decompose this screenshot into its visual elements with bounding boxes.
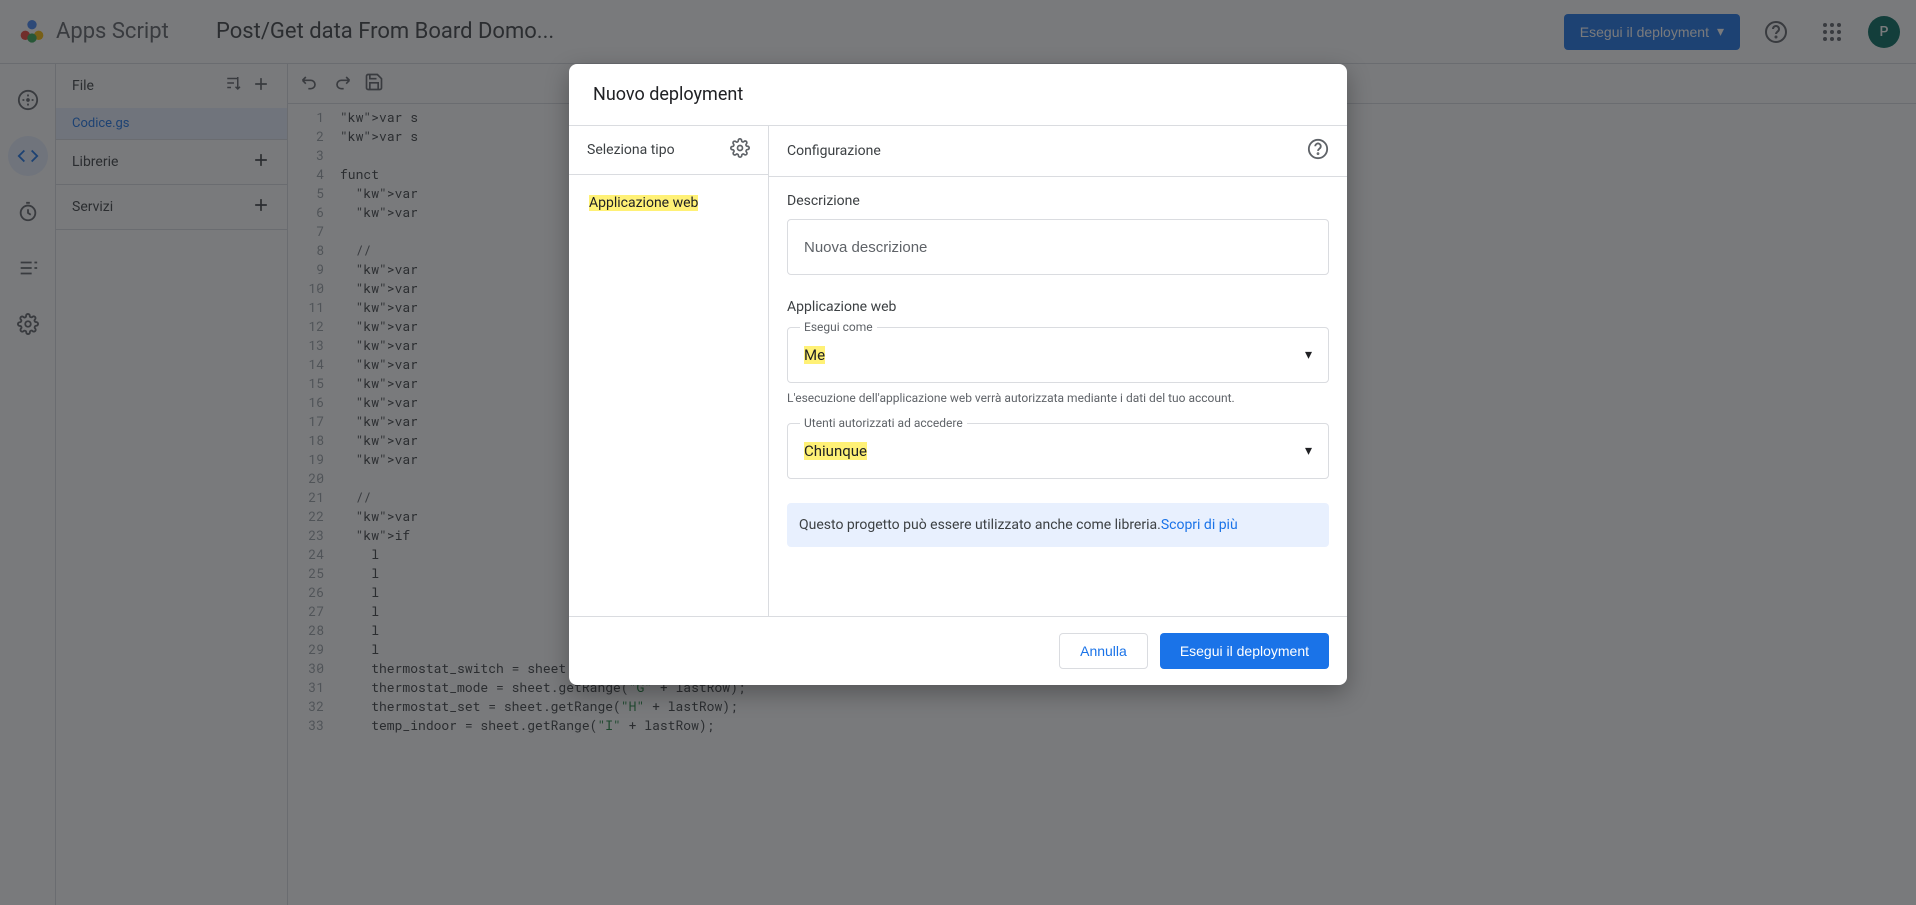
info-text: Questo progetto può essere utilizzato an…: [799, 517, 1161, 533]
access-float-label: Utenti autorizzati ad accedere: [800, 416, 967, 430]
access-select[interactable]: Utenti autorizzati ad accedere Chiunque …: [787, 423, 1329, 479]
dialog-title: Nuovo deployment: [569, 64, 1347, 125]
chevron-down-icon: ▾: [1305, 347, 1312, 363]
execute-as-helper: L'esecuzione dell'applicazione web verrà…: [787, 391, 1329, 405]
execute-as-select[interactable]: Esegui come Me ▾: [787, 327, 1329, 383]
cancel-button[interactable]: Annulla: [1059, 633, 1148, 669]
deploy-button[interactable]: Esegui il deployment: [1160, 633, 1329, 669]
deployment-dialog: Nuovo deployment Seleziona tipo Applicaz…: [569, 64, 1347, 685]
select-type-header: Seleziona tipo: [569, 126, 768, 175]
dialog-left-panel: Seleziona tipo Applicazione web: [569, 126, 769, 616]
modal-overlay: Nuovo deployment Seleziona tipo Applicaz…: [0, 0, 1916, 905]
webapp-section-label: Applicazione web: [787, 299, 1329, 315]
access-value: Chiunque: [804, 442, 867, 460]
description-input[interactable]: [787, 219, 1329, 275]
type-item-label: Applicazione web: [589, 195, 698, 211]
configuration-header: Configurazione: [769, 126, 1347, 177]
dialog-right-panel: Configurazione Descrizione Applicazione …: [769, 126, 1347, 616]
help-icon[interactable]: [1307, 138, 1329, 164]
description-label: Descrizione: [787, 193, 1329, 209]
dialog-body: Seleziona tipo Applicazione web Configur…: [569, 125, 1347, 617]
select-type-label: Seleziona tipo: [587, 142, 675, 158]
library-info-box: Questo progetto può essere utilizzato an…: [787, 503, 1329, 547]
execute-as-float-label: Esegui come: [800, 320, 877, 334]
config-body: Descrizione Applicazione web Esegui come…: [769, 177, 1347, 563]
configuration-label: Configurazione: [787, 143, 881, 159]
gear-icon[interactable]: [730, 138, 750, 162]
type-item-webapp[interactable]: Applicazione web: [579, 185, 758, 221]
dialog-footer: Annulla Esegui il deployment: [569, 617, 1347, 685]
execute-as-value: Me: [804, 346, 825, 364]
learn-more-link[interactable]: Scopri di più: [1161, 517, 1238, 533]
chevron-down-icon: ▾: [1305, 443, 1312, 459]
